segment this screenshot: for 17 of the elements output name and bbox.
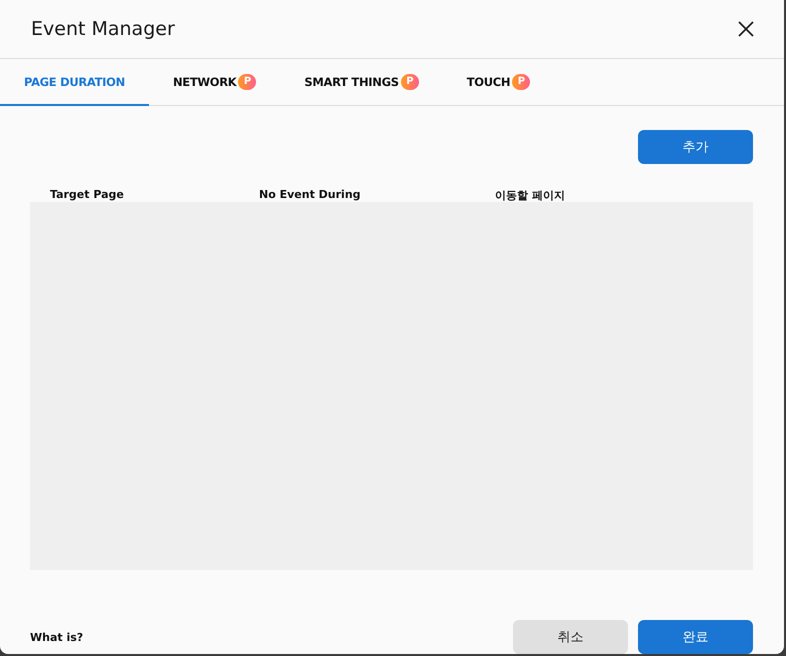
add-button[interactable]: 추가 (638, 130, 753, 164)
column-header: No Event During (259, 188, 362, 203)
cancel-button[interactable]: 취소 (513, 620, 628, 654)
done-button[interactable]: 완료 (638, 620, 753, 654)
tab[interactable]: SMART THINGS P (280, 59, 443, 106)
close-button[interactable] (736, 19, 756, 39)
window-title: Event Manager (31, 18, 175, 40)
tab[interactable]: NETWORK P (148, 59, 280, 106)
help-link[interactable]: What is? (30, 630, 84, 644)
badge: P (400, 74, 419, 90)
tab[interactable]: TOUCH P (442, 59, 554, 106)
badge: P (238, 74, 256, 90)
tab[interactable]: PAGE DURATION (0, 59, 149, 106)
column-header: 이동할 페이지 (495, 188, 566, 203)
close-icon (736, 19, 756, 39)
column-header: Target Page (50, 188, 125, 203)
badge: P (512, 74, 530, 90)
